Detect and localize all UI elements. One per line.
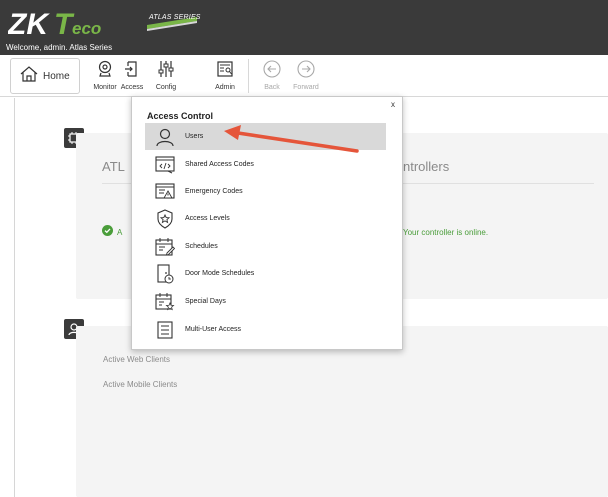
svg-text:eco: eco bbox=[72, 19, 101, 38]
menu-item-emergency-codes[interactable]: Emergency Codes bbox=[145, 178, 386, 205]
admin-button[interactable]: Admin bbox=[206, 59, 244, 95]
forward-label: Forward bbox=[293, 84, 319, 91]
admin-label: Admin bbox=[215, 84, 235, 91]
user-icon bbox=[155, 127, 175, 147]
config-label: Config bbox=[155, 84, 177, 91]
forward-button[interactable]: Forward bbox=[287, 59, 325, 95]
top-header: ZK T eco Welcome, admin. Atlas Series AT… bbox=[0, 0, 608, 55]
menu-item-users[interactable]: Users bbox=[145, 123, 386, 150]
calendar-star-icon bbox=[155, 292, 175, 312]
check-circle-icon bbox=[102, 223, 113, 241]
welcome-text: Welcome, admin. Atlas Series bbox=[6, 43, 113, 52]
controllers-title-right: ntrollers bbox=[403, 159, 450, 174]
door-clock-icon bbox=[155, 263, 175, 284]
home-icon bbox=[20, 65, 38, 87]
home-button[interactable]: Home bbox=[10, 58, 80, 94]
menu-item-access-levels[interactable]: Access Levels bbox=[145, 205, 386, 232]
config-button[interactable]: Config bbox=[147, 59, 185, 95]
back-arrow-icon bbox=[262, 59, 282, 79]
active-web-clients: Active Web Clients bbox=[103, 355, 170, 364]
access-button[interactable]: Access bbox=[113, 59, 151, 95]
toolbar: Home Monitor Access Config Admin Back Fo… bbox=[0, 55, 608, 97]
webcam-icon bbox=[95, 59, 115, 79]
back-button[interactable]: Back bbox=[253, 59, 291, 95]
clients-card: Active Web Clients Active Mobile Clients bbox=[76, 326, 608, 497]
menu-item-label: Multi-User Access bbox=[185, 326, 242, 333]
menu-item-door-mode-schedules[interactable]: Door Mode Schedules bbox=[145, 260, 386, 287]
menu-item-label: Access Levels bbox=[185, 215, 230, 222]
emergency-code-icon bbox=[155, 182, 175, 202]
admin-icon bbox=[215, 59, 235, 79]
access-control-menu: x Access Control Users Shared Access Cod… bbox=[131, 96, 403, 350]
menu-item-multi-user-access[interactable]: Multi-User Access bbox=[145, 316, 386, 343]
door-icon bbox=[122, 59, 142, 79]
shield-star-icon bbox=[155, 208, 175, 229]
menu-item-label: Emergency Codes bbox=[185, 188, 243, 195]
svg-text:ZK: ZK bbox=[8, 8, 50, 40]
status-left-text: A bbox=[117, 227, 123, 237]
code-window-icon bbox=[155, 155, 175, 175]
toolbar-divider bbox=[248, 59, 249, 93]
access-label: Access bbox=[120, 84, 144, 91]
sliders-icon bbox=[156, 59, 176, 79]
calendar-edit-icon bbox=[155, 237, 175, 257]
back-label: Back bbox=[264, 84, 280, 91]
forward-arrow-icon bbox=[296, 59, 316, 79]
menu-item-schedules[interactable]: Schedules bbox=[145, 233, 386, 260]
controllers-title-left: ATL bbox=[102, 159, 125, 174]
menu-item-shared-access-codes[interactable]: Shared Access Codes bbox=[145, 151, 386, 178]
menu-item-label: Door Mode Schedules bbox=[185, 270, 255, 277]
status-online-left: A bbox=[102, 223, 122, 241]
home-label: Home bbox=[43, 70, 70, 82]
list-document-icon bbox=[155, 320, 175, 340]
zkteco-logo: ZK T eco bbox=[8, 6, 118, 40]
menu-item-label: Special Days bbox=[185, 298, 226, 305]
menu-item-label: Users bbox=[185, 133, 204, 140]
left-border bbox=[14, 98, 15, 497]
atlas-series-badge: ATLAS SERIES bbox=[145, 11, 200, 33]
controller-online-text: Your controller is online. bbox=[403, 228, 489, 237]
menu-item-special-days[interactable]: Special Days bbox=[145, 288, 386, 315]
active-mobile-clients: Active Mobile Clients bbox=[103, 380, 178, 389]
close-menu-button[interactable]: x bbox=[391, 100, 395, 109]
menu-item-label: Schedules bbox=[185, 243, 218, 250]
menu-title: Access Control bbox=[147, 111, 214, 121]
menu-item-label: Shared Access Codes bbox=[185, 161, 254, 168]
